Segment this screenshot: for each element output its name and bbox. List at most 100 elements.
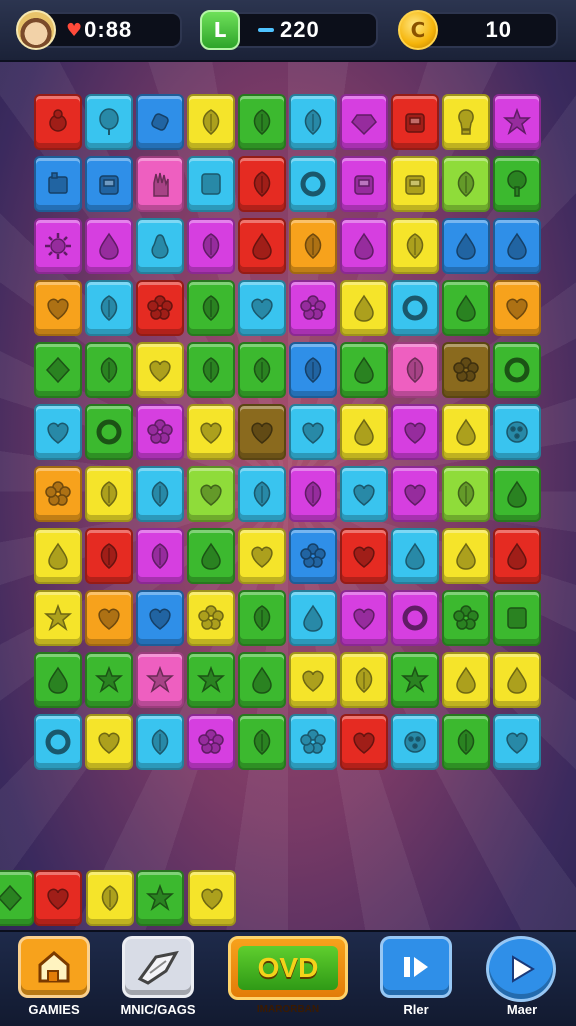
game-tile[interactable] [442, 94, 490, 150]
game-tile[interactable] [136, 404, 184, 460]
game-tile[interactable] [340, 218, 388, 274]
game-tile[interactable] [136, 590, 184, 646]
game-tile[interactable] [391, 466, 439, 522]
game-tile[interactable] [493, 342, 541, 398]
game-tile[interactable] [238, 342, 286, 398]
game-tile[interactable] [85, 156, 133, 212]
game-tile[interactable] [187, 280, 235, 336]
game-tile[interactable] [238, 590, 286, 646]
game-tile[interactable] [442, 652, 490, 708]
game-tile[interactable] [391, 528, 439, 584]
game-tile[interactable] [187, 714, 235, 770]
game-tile[interactable] [238, 652, 286, 708]
game-tile[interactable] [493, 466, 541, 522]
game-tile[interactable] [289, 714, 337, 770]
game-tile[interactable] [493, 714, 541, 770]
game-tile[interactable] [34, 466, 82, 522]
game-tile[interactable] [238, 404, 286, 460]
game-tile[interactable] [187, 404, 235, 460]
game-tile[interactable] [34, 156, 82, 212]
game-tile[interactable] [187, 94, 235, 150]
game-tile[interactable] [34, 218, 82, 274]
game-tile[interactable] [85, 466, 133, 522]
game-tile[interactable] [289, 342, 337, 398]
coin-icon[interactable]: C [398, 10, 438, 50]
game-tile[interactable] [442, 714, 490, 770]
center-main-button[interactable]: OVD [228, 936, 348, 1000]
game-tile[interactable] [493, 156, 541, 212]
game-tile[interactable] [238, 466, 286, 522]
game-tile[interactable] [187, 156, 235, 212]
game-tile[interactable] [289, 218, 337, 274]
game-tile[interactable] [136, 218, 184, 274]
game-tile[interactable] [187, 590, 235, 646]
game-tile[interactable] [493, 404, 541, 460]
game-tile[interactable] [85, 218, 133, 274]
game-tile[interactable] [391, 280, 439, 336]
game-tile[interactable] [289, 652, 337, 708]
games-button[interactable] [18, 936, 90, 998]
game-tile[interactable] [493, 218, 541, 274]
game-tile[interactable] [391, 342, 439, 398]
game-tile[interactable] [340, 652, 388, 708]
game-tile[interactable] [86, 870, 134, 926]
game-tile[interactable] [34, 342, 82, 398]
game-tile[interactable] [442, 590, 490, 646]
game-tile[interactable] [85, 528, 133, 584]
game-tile[interactable] [85, 280, 133, 336]
game-tile[interactable] [34, 94, 82, 150]
game-tile[interactable] [238, 218, 286, 274]
game-tile[interactable] [391, 714, 439, 770]
game-tile[interactable] [289, 94, 337, 150]
game-tile[interactable] [34, 652, 82, 708]
game-tile[interactable] [85, 652, 133, 708]
game-tile[interactable] [85, 342, 133, 398]
game-tile[interactable] [442, 218, 490, 274]
game-tile[interactable] [187, 528, 235, 584]
game-tile[interactable] [493, 94, 541, 150]
game-tile[interactable] [238, 156, 286, 212]
game-tile[interactable] [289, 466, 337, 522]
game-tile[interactable] [136, 466, 184, 522]
game-tile[interactable] [136, 280, 184, 336]
level-icon[interactable]: L [200, 10, 240, 50]
next-button[interactable] [486, 936, 556, 1002]
game-tile[interactable] [289, 280, 337, 336]
game-tile[interactable] [85, 590, 133, 646]
pause-play-button[interactable] [380, 936, 452, 998]
game-tile[interactable] [136, 528, 184, 584]
game-tile[interactable] [238, 280, 286, 336]
game-tile[interactable] [187, 466, 235, 522]
game-tile[interactable] [442, 156, 490, 212]
game-tile[interactable] [442, 280, 490, 336]
game-tile[interactable] [85, 404, 133, 460]
game-tile[interactable] [493, 652, 541, 708]
game-tile[interactable] [391, 94, 439, 150]
game-tile[interactable] [238, 528, 286, 584]
game-tile[interactable] [188, 870, 236, 926]
game-tile[interactable] [136, 870, 184, 926]
game-tile[interactable] [493, 590, 541, 646]
game-tile[interactable] [391, 218, 439, 274]
game-tile[interactable] [340, 714, 388, 770]
game-tile[interactable] [340, 528, 388, 584]
game-tile[interactable] [0, 870, 34, 926]
game-tile[interactable] [391, 652, 439, 708]
game-tile[interactable] [136, 714, 184, 770]
game-tile[interactable] [85, 714, 133, 770]
player-avatar[interactable] [16, 10, 56, 50]
game-tile[interactable] [391, 404, 439, 460]
game-tile[interactable] [238, 714, 286, 770]
game-tile[interactable] [34, 590, 82, 646]
game-tile[interactable] [34, 404, 82, 460]
game-tile[interactable] [289, 156, 337, 212]
game-tile[interactable] [289, 528, 337, 584]
game-tile[interactable] [340, 466, 388, 522]
game-tile[interactable] [34, 528, 82, 584]
game-tile[interactable] [238, 94, 286, 150]
game-tile[interactable] [289, 590, 337, 646]
game-tile[interactable] [340, 94, 388, 150]
game-tile[interactable] [493, 528, 541, 584]
game-tile[interactable] [340, 342, 388, 398]
game-tile[interactable] [391, 590, 439, 646]
